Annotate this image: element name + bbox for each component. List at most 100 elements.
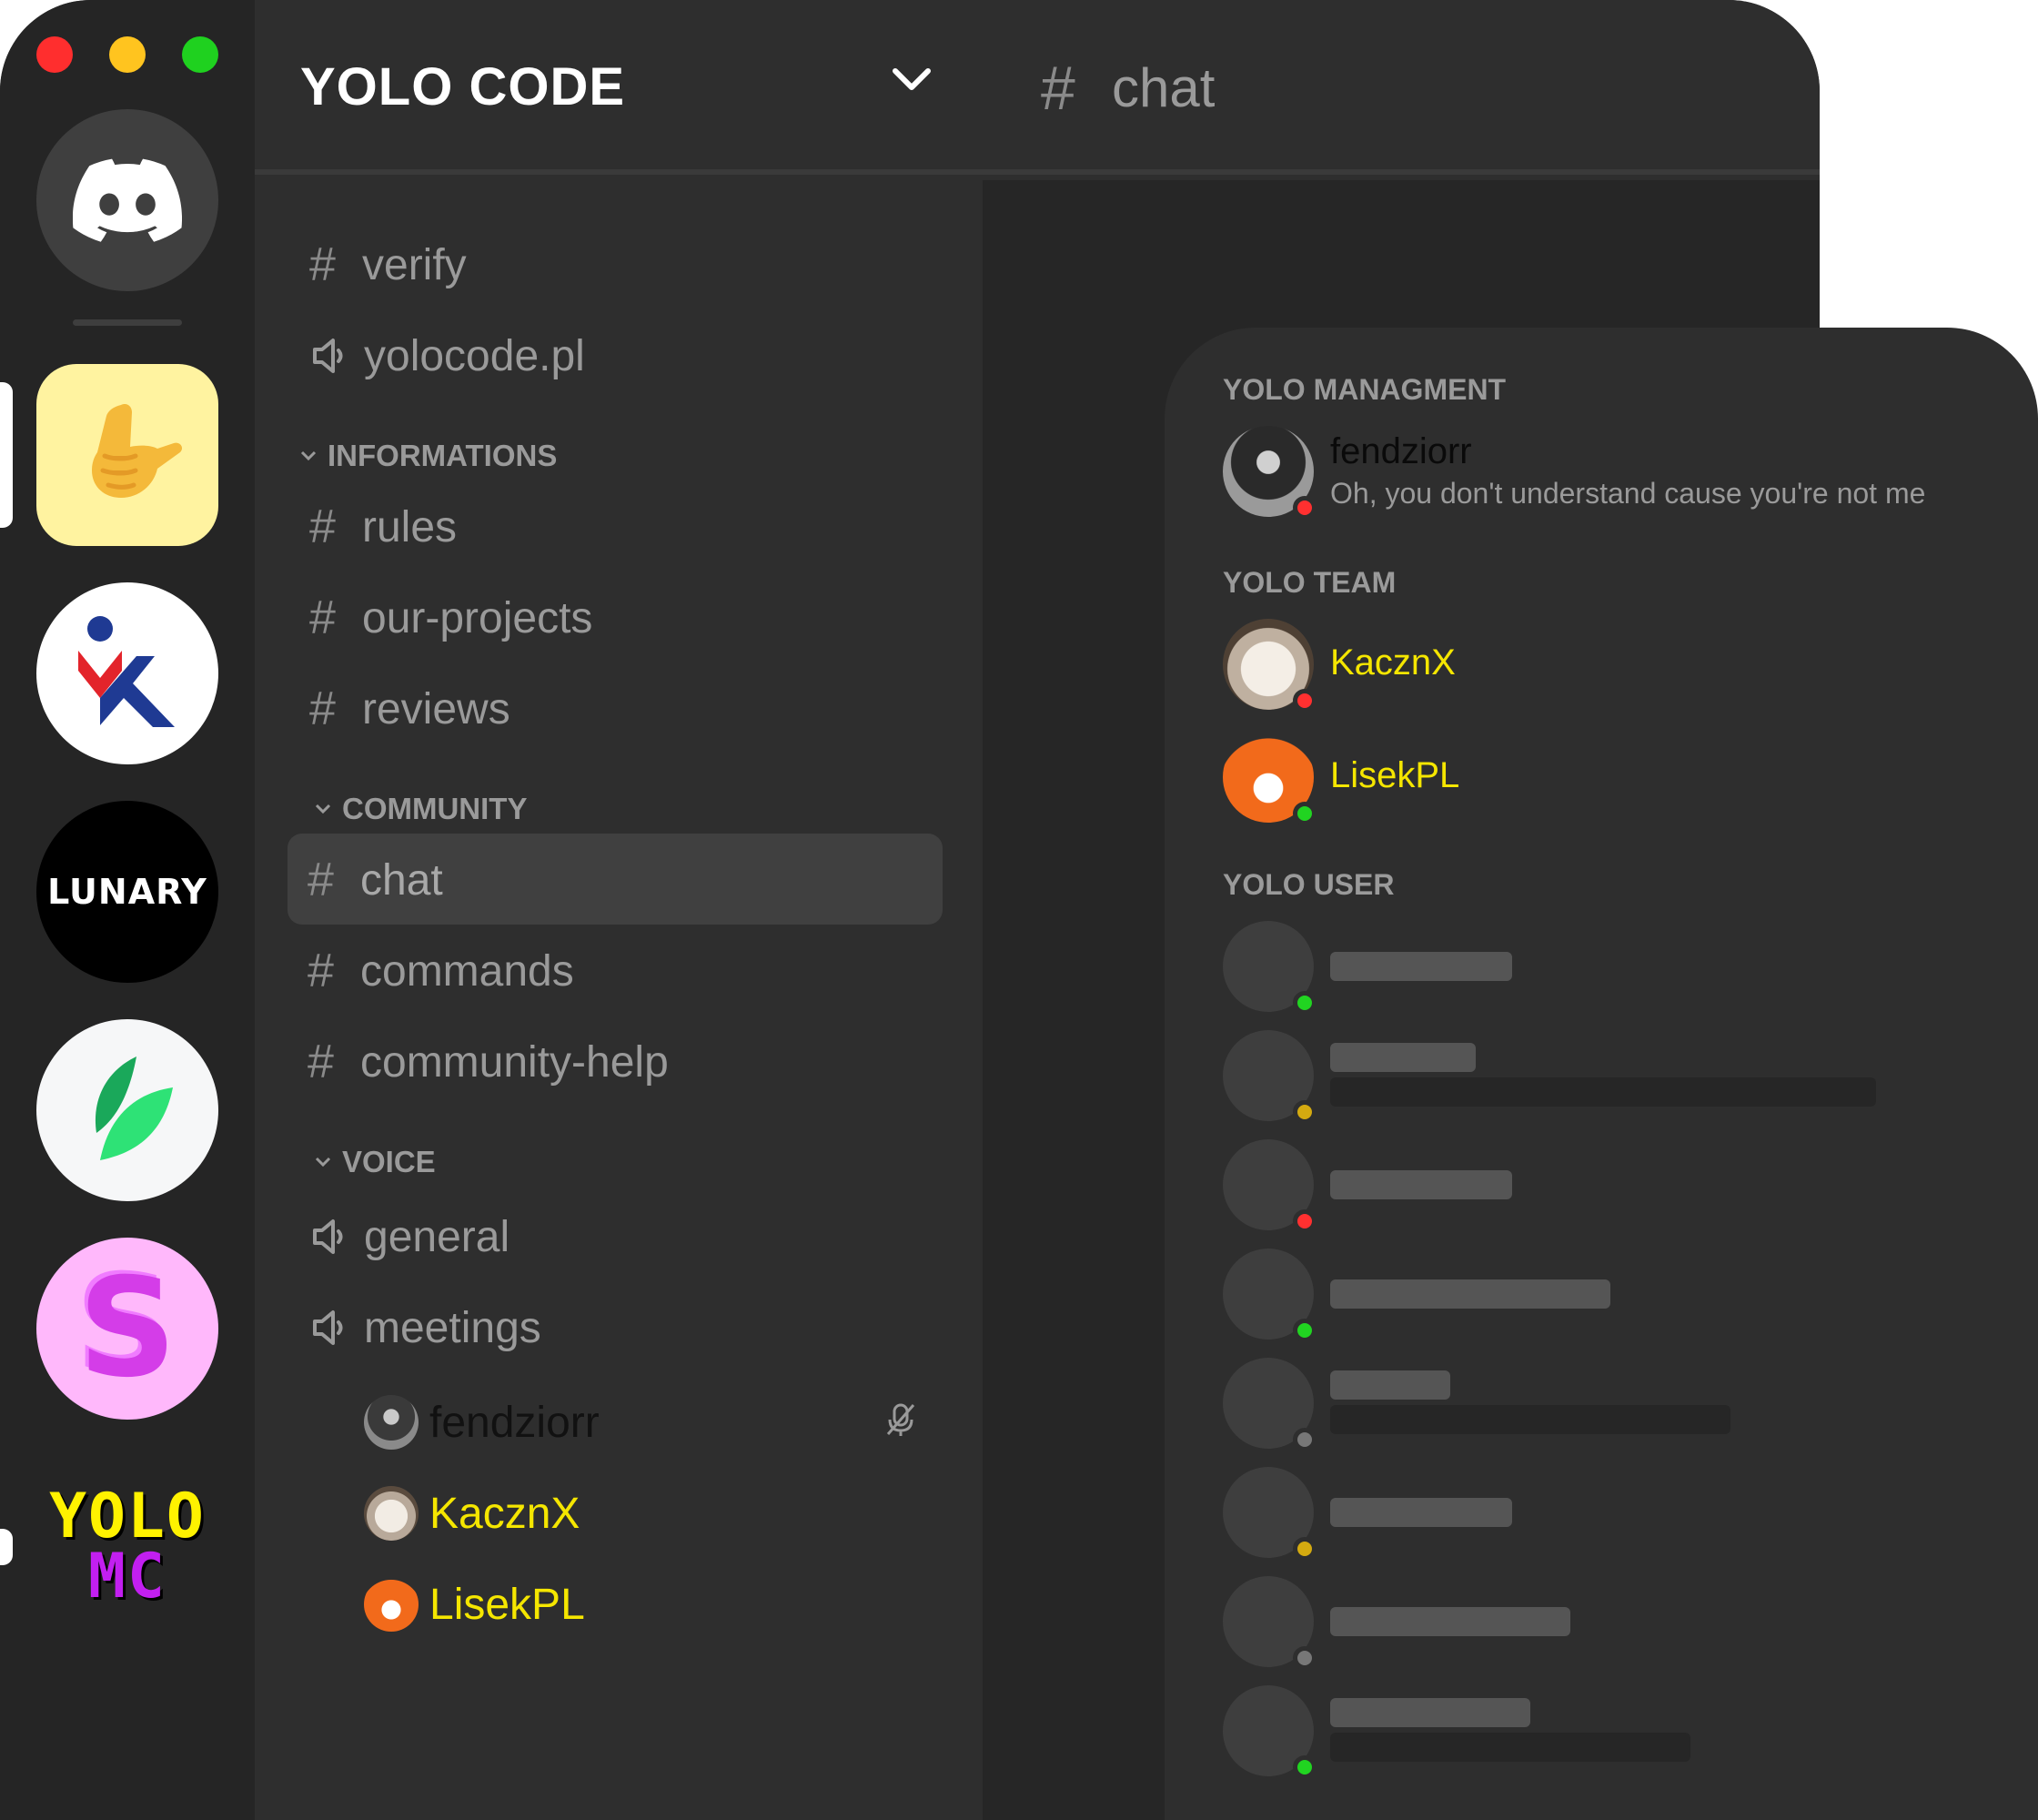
member-placeholder[interactable] [1223,1685,1987,1779]
status-online-indicator [1293,991,1317,1015]
channel-label: chat [360,855,443,905]
close-window-button[interactable] [36,36,73,73]
server-mk[interactable] [36,582,218,764]
mic-muted-icon[interactable] [883,1401,919,1438]
channel-our-projects[interactable]: # our-projects [309,577,592,659]
voice-user-fendziorr[interactable]: fendziorr [364,1390,600,1454]
channel-rules[interactable]: # rules [309,486,457,568]
status-placeholder [1330,1733,1690,1762]
name-placeholder [1330,1170,1512,1199]
channel-list: YOLO CODE # verify yolocode.pl INFORMATI… [255,0,983,1820]
discord-icon [73,158,182,242]
server-leaf[interactable] [36,1019,218,1201]
name-placeholder [1330,1698,1530,1727]
member-list: YOLO MANAGMENT fendziorr Oh, you don't u… [1165,328,2038,1820]
channel-verify[interactable]: # verify [309,224,467,306]
category-label: COMMUNITY [342,792,528,825]
server-rail: LUNARY S YOLO MC [0,0,255,1820]
server-shaka[interactable] [36,364,218,546]
hash-icon: # [308,1036,334,1088]
speaker-icon [309,1308,364,1348]
channel-commands[interactable]: # commands [308,930,574,1012]
server-header[interactable]: YOLO CODE [255,0,983,175]
hash-icon: # [308,854,334,906]
channel-label: our-projects [362,593,593,642]
channel-chat[interactable]: # chat [308,839,443,921]
voice-user-name: LisekPL [429,1580,585,1629]
chevron-down-icon[interactable] [892,66,932,93]
avatar [364,1577,419,1632]
member-placeholder[interactable] [1223,1358,1987,1451]
member-placeholder[interactable] [1223,1576,1987,1670]
leaf-icon [95,1057,173,1160]
channel-general[interactable]: general [309,1196,510,1278]
hash-icon: # [309,682,336,735]
status-online-indicator [1293,1755,1317,1779]
unread-indicator [0,1529,13,1565]
channel-meetings[interactable]: meetings [309,1287,541,1369]
member-placeholder[interactable] [1223,1030,1987,1124]
status-online-indicator [1293,1319,1317,1342]
voice-user-name: KacznX [429,1489,580,1538]
shaka-hand-icon [92,403,183,498]
speaker-icon [309,336,364,376]
member-placeholder[interactable] [1223,1139,1987,1233]
server-yolomc[interactable]: YOLO MC [36,1456,218,1638]
hash-icon: # [308,945,334,997]
yolomc-line1: YOLO [49,1481,206,1552]
voice-user-kacznx[interactable]: KacznX [364,1481,580,1545]
member-placeholder[interactable] [1223,1249,1987,1342]
server-s-letter: S [77,1249,177,1408]
name-placeholder [1330,1043,1476,1072]
name-placeholder [1330,1370,1450,1400]
avatar [364,1486,419,1541]
chevron-down-icon [300,450,317,461]
channel-reviews[interactable]: # reviews [309,668,510,750]
server-s[interactable]: S [36,1238,218,1420]
member-name: fendziorr [1330,431,1472,471]
channel-community-help[interactable]: # community-help [308,1021,669,1103]
member-fendziorr[interactable]: fendziorr Oh, you don't understand cause… [1223,426,1987,520]
channel-label: meetings [364,1303,541,1352]
voice-user-name: fendziorr [429,1398,600,1447]
voice-user-lisekpl[interactable]: LisekPL [364,1572,585,1636]
status-idle-indicator [1293,1100,1317,1124]
name-placeholder [1330,1279,1610,1309]
member-group-users: YOLO USER [1223,868,1395,901]
speaker-icon [309,1217,364,1257]
member-group-team: YOLO TEAM [1223,566,1397,599]
chevron-down-icon [315,804,331,814]
member-placeholder[interactable] [1223,1467,1987,1561]
mk-logo-icon [78,616,175,727]
channel-label: rules [362,502,458,551]
hash-icon: # [309,592,336,644]
category-community[interactable]: COMMUNITY [315,792,527,826]
chat-header: # chat [983,0,1820,175]
member-group-management: YOLO MANAGMENT [1223,373,1507,406]
member-lisekpl[interactable]: LisekPL [1223,732,1987,825]
channel-label: commands [360,946,574,996]
minimize-window-button[interactable] [109,36,146,73]
category-informations[interactable]: INFORMATIONS [300,439,557,473]
home-button[interactable] [36,109,218,291]
server-name: YOLO CODE [300,57,626,116]
category-label: INFORMATIONS [328,439,558,472]
member-placeholder[interactable] [1223,921,1987,1015]
chevron-down-icon [315,1157,331,1168]
status-placeholder [1330,1077,1876,1107]
channel-label: reviews [362,684,510,733]
category-label: VOICE [342,1145,436,1178]
yolomc-logo: YOLO MC [49,1481,206,1608]
name-placeholder [1330,1607,1570,1636]
status-online-indicator [1293,802,1317,825]
channel-label: verify [362,240,467,289]
member-kacznx[interactable]: KacznX [1223,619,1987,713]
channel-yolocode-pl[interactable]: yolocode.pl [309,315,585,397]
maximize-window-button[interactable] [182,36,218,73]
avatar [364,1395,419,1450]
channel-label: general [364,1212,510,1261]
server-lunary[interactable]: LUNARY [36,801,218,983]
status-placeholder [1330,1405,1730,1434]
category-voice[interactable]: VOICE [315,1145,436,1179]
chat-channel-title: chat [1112,57,1216,118]
